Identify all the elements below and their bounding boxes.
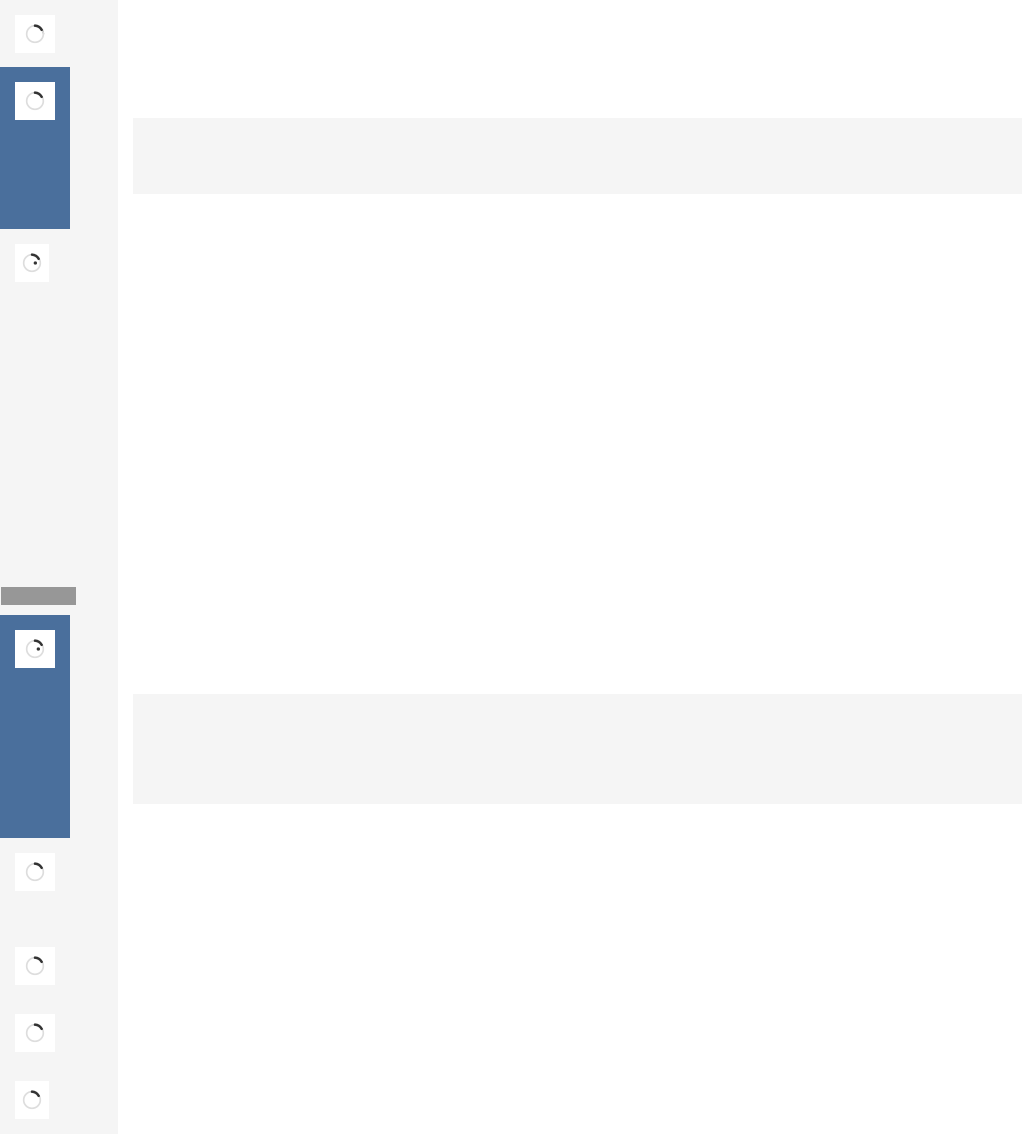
sidebar-item-2[interactable]	[0, 67, 70, 229]
sidebar-item-5[interactable]	[0, 838, 70, 932]
loading-icon	[15, 1014, 55, 1052]
sidebar-item-3[interactable]	[0, 229, 70, 296]
sidebar-divider	[1, 587, 76, 605]
sidebar-item-7[interactable]	[0, 999, 70, 1066]
main-content	[118, 0, 1022, 1134]
content-placeholder-1	[133, 118, 1022, 194]
sidebar-item-4[interactable]	[0, 615, 70, 838]
sidebar-spacer	[0, 296, 118, 587]
loading-icon	[15, 630, 55, 668]
sidebar-item-1[interactable]	[0, 0, 70, 67]
sidebar-item-8[interactable]	[0, 1066, 70, 1133]
loading-icon	[15, 853, 55, 891]
sidebar-item-6[interactable]	[0, 932, 70, 999]
content-placeholder-2	[133, 694, 1022, 804]
loading-icon	[15, 244, 49, 282]
loading-icon	[15, 947, 55, 985]
loading-icon	[15, 82, 55, 120]
sidebar-small-spacer	[0, 605, 118, 615]
loading-icon	[15, 15, 55, 53]
sidebar	[0, 0, 118, 1134]
loading-icon	[15, 1081, 49, 1119]
